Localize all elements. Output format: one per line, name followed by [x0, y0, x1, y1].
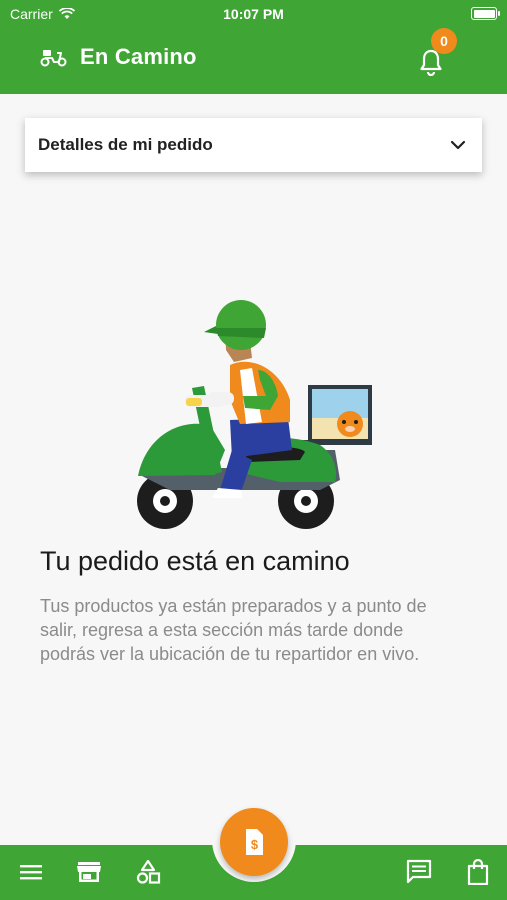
scooter-icon [40, 50, 67, 67]
header-title-group: En Camino [40, 44, 197, 70]
page-title: En Camino [80, 44, 197, 69]
message-title: Tu pedido está en camino [40, 546, 350, 576]
order-details-accordion[interactable]: Detalles de mi pedido [25, 118, 482, 172]
svg-text:$: $ [251, 837, 259, 852]
clock: 10:07 PM [223, 6, 284, 22]
order-invoice-button[interactable]: $ [220, 808, 288, 876]
order-details-label: Detalles de mi pedido [38, 135, 213, 154]
status-bar: Carrier 10:07 PM [0, 6, 507, 24]
categories-icon[interactable] [134, 858, 162, 886]
app-header: Carrier 10:07 PM En Camino 0 [0, 0, 507, 94]
battery-icon [471, 7, 500, 20]
chat-icon[interactable] [405, 858, 433, 886]
chevron-down-icon [450, 140, 466, 150]
menu-icon[interactable] [17, 858, 45, 886]
message-body: Tus productos ya están preparados y a pu… [40, 596, 427, 664]
notification-badge: 0 [431, 28, 457, 54]
shopping-bag-icon[interactable] [464, 858, 492, 886]
invoice-icon: $ [246, 829, 263, 855]
delivery-scooter-illustration [137, 300, 372, 529]
store-icon[interactable] [75, 858, 103, 886]
